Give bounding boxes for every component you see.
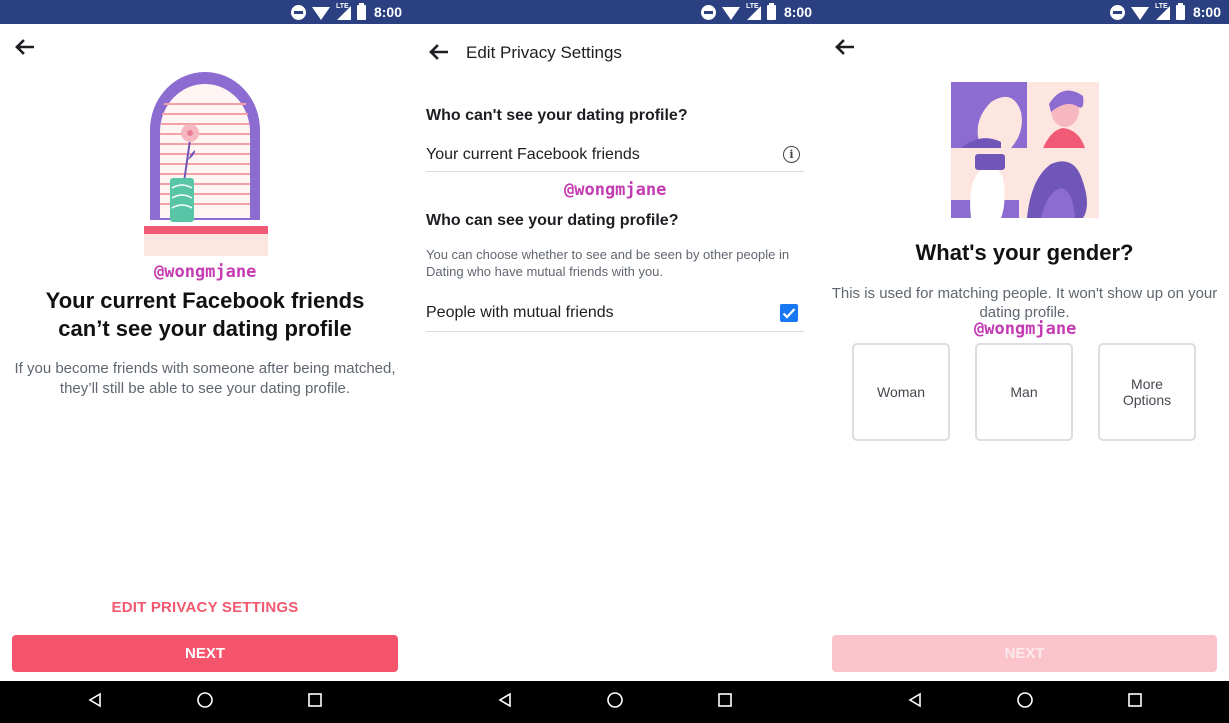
do-not-disturb-icon	[700, 4, 716, 20]
status-icons: LTE 8:00	[290, 2, 402, 21]
headline-line-2: can’t see your dating profile	[58, 316, 352, 341]
nav-recents-icon[interactable]	[307, 692, 323, 713]
section-heading-cant-see: Who can't see your dating profile?	[426, 107, 688, 124]
network-label: LTE	[1154, 2, 1168, 10]
headline-line-1: Your current Facebook friends	[45, 288, 365, 313]
nav-back-icon[interactable]	[87, 692, 103, 713]
battery-icon	[766, 2, 776, 20]
people-collage-illustration	[951, 82, 1099, 218]
status-time: 8:00	[1192, 4, 1221, 20]
nav-home-icon[interactable]	[196, 691, 214, 714]
nav-home-icon[interactable]	[606, 691, 624, 714]
subtitle-text: This is used for matching people. It won…	[831, 285, 1218, 321]
section-description: You can choose whether to see and be see…	[426, 247, 790, 279]
nav-home-icon[interactable]	[1016, 691, 1034, 714]
back-arrow-icon[interactable]	[428, 42, 449, 64]
lte-signal-icon: LTE	[335, 2, 351, 20]
watermark-text: @wongmjane	[974, 319, 1077, 339]
nav-recents-icon[interactable]	[1127, 692, 1143, 713]
row-label: People with mutual friends	[426, 303, 614, 321]
watermark-text: @wongmjane	[154, 262, 257, 282]
network-label: LTE	[745, 2, 759, 10]
wifi-icon	[721, 6, 740, 20]
next-button[interactable]: NEXT	[12, 635, 398, 672]
checkmark-icon	[782, 307, 796, 319]
network-label: LTE	[335, 2, 349, 10]
status-bar: LTE 8:00	[820, 0, 1229, 24]
page-title: What's your gender?	[915, 240, 1134, 265]
next-button-disabled[interactable]: NEXT	[832, 635, 1217, 672]
battery-icon	[356, 2, 366, 20]
do-not-disturb-icon	[290, 4, 306, 20]
gender-options: Woman Man More Options	[852, 343, 1196, 441]
status-time: 8:00	[783, 4, 812, 20]
screens-container: LTE 8:00 @wongmjane Your current Faceboo…	[0, 0, 1229, 723]
wifi-icon	[1130, 6, 1149, 20]
section-heading-can-see: Who can see your dating profile?	[426, 212, 679, 229]
nav-back-icon[interactable]	[907, 692, 923, 713]
status-time: 8:00	[373, 4, 402, 20]
page-title: Your current Facebook friends can’t see …	[0, 287, 410, 343]
gender-option-woman[interactable]: Woman	[852, 343, 950, 441]
status-bar: LTE 8:00	[0, 0, 410, 24]
row-label: Your current Facebook friends	[426, 145, 640, 163]
lte-signal-icon: LTE	[745, 2, 761, 20]
screen-edit-privacy-settings: LTE 8:00 Edit Privacy Settings Who can't…	[410, 0, 820, 723]
screen-dating-privacy-intro: LTE 8:00 @wongmjane Your current Faceboo…	[0, 0, 410, 723]
status-bar: LTE 8:00	[410, 0, 820, 24]
status-icons: LTE 8:00	[700, 2, 812, 21]
row-mutual-friends[interactable]: People with mutual friends	[426, 294, 804, 332]
battery-icon	[1175, 2, 1185, 20]
window-flower-illustration	[140, 68, 270, 256]
do-not-disturb-icon	[1109, 4, 1125, 20]
subtitle-text: If you become friends with someone after…	[14, 360, 396, 397]
watermark-text: @wongmjane	[564, 180, 667, 200]
wifi-icon	[311, 6, 330, 20]
screen-gender-selection: LTE 8:00 What's your gender? This is use…	[820, 0, 1229, 723]
back-arrow-icon[interactable]	[14, 37, 35, 59]
gender-option-man[interactable]: Man	[975, 343, 1073, 441]
page-title: Edit Privacy Settings	[466, 43, 622, 62]
info-icon[interactable]: i	[783, 146, 800, 163]
mutual-friends-checkbox[interactable]	[780, 303, 798, 322]
nav-recents-icon[interactable]	[717, 692, 733, 713]
android-nav-bar	[410, 681, 820, 723]
nav-back-icon[interactable]	[497, 692, 513, 713]
android-nav-bar	[0, 681, 410, 723]
lte-signal-icon: LTE	[1154, 2, 1170, 20]
back-arrow-icon[interactable]	[834, 37, 855, 59]
android-nav-bar	[820, 681, 1229, 723]
row-current-facebook-friends[interactable]: Your current Facebook friends i	[426, 138, 804, 172]
edit-privacy-settings-link[interactable]: EDIT PRIVACY SETTINGS	[0, 599, 410, 616]
status-icons: LTE 8:00	[1109, 2, 1221, 21]
gender-option-more-options[interactable]: More Options	[1098, 343, 1196, 441]
